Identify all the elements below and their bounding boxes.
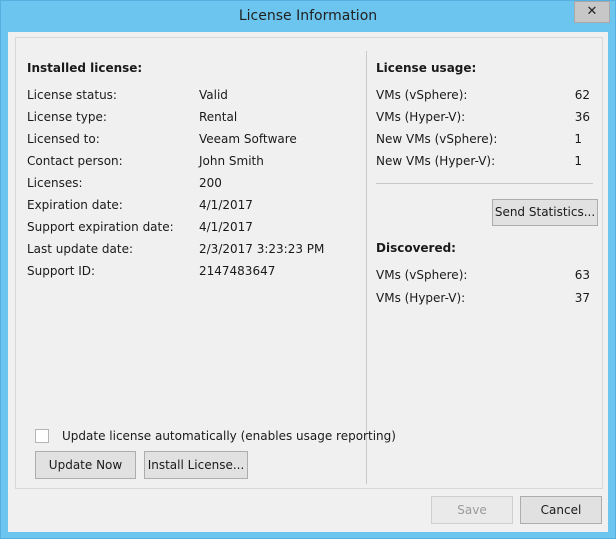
license-status-value: Valid	[199, 88, 228, 102]
usage-new-vms-hyperv-value: 1	[574, 154, 582, 168]
support-id-value: 2147483647	[199, 264, 276, 278]
auto-update-checkbox[interactable]	[35, 429, 49, 443]
install-license-button[interactable]: Install License...	[144, 451, 248, 479]
support-expiration-date-label: Support expiration date:	[27, 220, 174, 234]
contact-person-value: John Smith	[199, 154, 264, 168]
usage-vms-hyperv-value: 36	[574, 110, 590, 124]
window-title: License Information	[238, 8, 378, 24]
license-type-label: License type:	[27, 110, 107, 124]
support-expiration-date-value: 4/1/2017	[199, 220, 253, 234]
last-update-date-value: 2/3/2017 3:23:23 PM	[199, 242, 325, 256]
last-update-date-label: Last update date:	[27, 242, 134, 256]
discovered-vms-vsphere-value: 63	[574, 268, 590, 282]
discovered-vms-vsphere-label: VMs (vSphere):	[376, 268, 468, 282]
licenses-value: 200	[199, 176, 222, 190]
license-status-label: License status:	[27, 88, 117, 102]
discovered-vms-hyperv-label: VMs (Hyper-V):	[376, 291, 466, 305]
contact-person-label: Contact person:	[27, 154, 123, 168]
dialog-client-area: Installed license: License status: Valid…	[8, 32, 608, 532]
usage-new-vms-vsphere-value: 1	[574, 132, 582, 146]
usage-new-vms-hyperv-label: New VMs (Hyper-V):	[376, 154, 496, 168]
usage-vms-vsphere-value: 62	[574, 88, 590, 102]
licenses-label: Licenses:	[27, 176, 83, 190]
close-icon: ✕	[586, 4, 598, 19]
auto-update-label: Update license automatically (enables us…	[62, 429, 396, 443]
support-id-label: Support ID:	[27, 264, 96, 278]
license-panel: Installed license: License status: Valid…	[15, 37, 603, 489]
close-button[interactable]: ✕	[574, 1, 610, 23]
licensed-to-value: Veeam Software	[199, 132, 297, 146]
installed-license-heading: Installed license:	[27, 61, 143, 75]
cancel-button[interactable]: Cancel	[520, 496, 602, 524]
send-statistics-button[interactable]: Send Statistics...	[492, 199, 598, 226]
expiration-date-label: Expiration date:	[27, 198, 123, 212]
title-bar[interactable]: License Information ✕	[1, 1, 615, 32]
license-usage-heading: License usage:	[376, 61, 477, 75]
licensed-to-label: Licensed to:	[27, 132, 100, 146]
horizontal-divider	[376, 183, 593, 184]
expiration-date-value: 4/1/2017	[199, 198, 253, 212]
discovered-heading: Discovered:	[376, 241, 456, 255]
discovered-vms-hyperv-value: 37	[574, 291, 590, 305]
license-type-value: Rental	[199, 110, 238, 124]
vertical-divider	[366, 51, 367, 484]
usage-vms-vsphere-label: VMs (vSphere):	[376, 88, 468, 102]
save-button[interactable]: Save	[431, 496, 513, 524]
usage-vms-hyperv-label: VMs (Hyper-V):	[376, 110, 466, 124]
update-now-button[interactable]: Update Now	[35, 451, 136, 479]
usage-new-vms-vsphere-label: New VMs (vSphere):	[376, 132, 498, 146]
license-information-window: License Information ✕ Installed license:…	[0, 0, 616, 539]
